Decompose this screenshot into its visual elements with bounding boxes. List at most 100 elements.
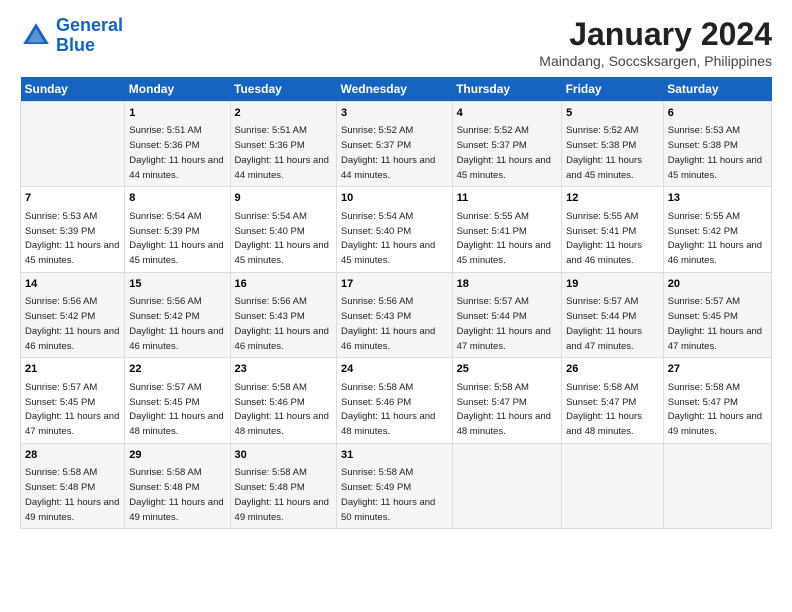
day-number: 23 bbox=[235, 362, 332, 377]
calendar-cell: 27 Sunrise: 5:58 AMSunset: 5:47 PMDaylig… bbox=[663, 358, 771, 443]
logo: General Blue bbox=[20, 16, 123, 56]
day-info: Sunrise: 5:51 AMSunset: 5:36 PMDaylight:… bbox=[129, 125, 223, 180]
day-info: Sunrise: 5:52 AMSunset: 5:37 PMDaylight:… bbox=[341, 125, 435, 180]
day-number: 26 bbox=[566, 362, 659, 377]
day-info: Sunrise: 5:51 AMSunset: 5:36 PMDaylight:… bbox=[235, 125, 329, 180]
calendar-cell: 25 Sunrise: 5:58 AMSunset: 5:47 PMDaylig… bbox=[452, 358, 562, 443]
calendar-cell: 31 Sunrise: 5:58 AMSunset: 5:49 PMDaylig… bbox=[336, 443, 452, 528]
logo-text: General Blue bbox=[56, 16, 123, 56]
calendar-cell: 9 Sunrise: 5:54 AMSunset: 5:40 PMDayligh… bbox=[230, 187, 336, 272]
day-number: 4 bbox=[457, 106, 558, 121]
day-info: Sunrise: 5:57 AMSunset: 5:45 PMDaylight:… bbox=[25, 382, 119, 437]
day-number: 19 bbox=[566, 277, 659, 292]
day-number: 1 bbox=[129, 106, 225, 121]
week-row-4: 28 Sunrise: 5:58 AMSunset: 5:48 PMDaylig… bbox=[21, 443, 772, 528]
day-number: 6 bbox=[668, 106, 767, 121]
day-info: Sunrise: 5:55 AMSunset: 5:42 PMDaylight:… bbox=[668, 211, 762, 266]
day-info: Sunrise: 5:56 AMSunset: 5:43 PMDaylight:… bbox=[235, 296, 329, 351]
day-number: 9 bbox=[235, 191, 332, 206]
day-number: 3 bbox=[341, 106, 448, 121]
calendar-cell: 20 Sunrise: 5:57 AMSunset: 5:45 PMDaylig… bbox=[663, 272, 771, 357]
calendar-cell bbox=[663, 443, 771, 528]
day-info: Sunrise: 5:52 AMSunset: 5:37 PMDaylight:… bbox=[457, 125, 551, 180]
day-info: Sunrise: 5:58 AMSunset: 5:46 PMDaylight:… bbox=[235, 382, 329, 437]
day-number: 17 bbox=[341, 277, 448, 292]
main-title: January 2024 bbox=[539, 16, 772, 53]
day-number: 12 bbox=[566, 191, 659, 206]
header-row: SundayMondayTuesdayWednesdayThursdayFrid… bbox=[21, 77, 772, 102]
calendar-cell bbox=[21, 102, 125, 187]
calendar-cell: 16 Sunrise: 5:56 AMSunset: 5:43 PMDaylig… bbox=[230, 272, 336, 357]
title-block: January 2024 Maindang, Soccsksargen, Phi… bbox=[539, 16, 772, 69]
calendar-cell: 15 Sunrise: 5:56 AMSunset: 5:42 PMDaylig… bbox=[125, 272, 230, 357]
calendar-cell: 23 Sunrise: 5:58 AMSunset: 5:46 PMDaylig… bbox=[230, 358, 336, 443]
page: General Blue January 2024 Maindang, Socc… bbox=[0, 0, 792, 612]
calendar-cell: 10 Sunrise: 5:54 AMSunset: 5:40 PMDaylig… bbox=[336, 187, 452, 272]
calendar-cell bbox=[562, 443, 664, 528]
day-number: 7 bbox=[25, 191, 120, 206]
calendar-cell: 17 Sunrise: 5:56 AMSunset: 5:43 PMDaylig… bbox=[336, 272, 452, 357]
logo-icon bbox=[20, 20, 52, 52]
day-info: Sunrise: 5:54 AMSunset: 5:40 PMDaylight:… bbox=[341, 211, 435, 266]
col-header-monday: Monday bbox=[125, 77, 230, 102]
day-info: Sunrise: 5:58 AMSunset: 5:48 PMDaylight:… bbox=[235, 467, 329, 522]
calendar-cell: 3 Sunrise: 5:52 AMSunset: 5:37 PMDayligh… bbox=[336, 102, 452, 187]
day-number: 18 bbox=[457, 277, 558, 292]
day-number: 13 bbox=[668, 191, 767, 206]
calendar-cell: 22 Sunrise: 5:57 AMSunset: 5:45 PMDaylig… bbox=[125, 358, 230, 443]
calendar-cell: 5 Sunrise: 5:52 AMSunset: 5:38 PMDayligh… bbox=[562, 102, 664, 187]
day-number: 11 bbox=[457, 191, 558, 206]
day-info: Sunrise: 5:55 AMSunset: 5:41 PMDaylight:… bbox=[457, 211, 551, 266]
day-info: Sunrise: 5:58 AMSunset: 5:47 PMDaylight:… bbox=[457, 382, 551, 437]
calendar-cell: 2 Sunrise: 5:51 AMSunset: 5:36 PMDayligh… bbox=[230, 102, 336, 187]
calendar-cell: 7 Sunrise: 5:53 AMSunset: 5:39 PMDayligh… bbox=[21, 187, 125, 272]
day-info: Sunrise: 5:56 AMSunset: 5:42 PMDaylight:… bbox=[25, 296, 119, 351]
calendar-cell: 30 Sunrise: 5:58 AMSunset: 5:48 PMDaylig… bbox=[230, 443, 336, 528]
calendar-cell: 13 Sunrise: 5:55 AMSunset: 5:42 PMDaylig… bbox=[663, 187, 771, 272]
week-row-3: 21 Sunrise: 5:57 AMSunset: 5:45 PMDaylig… bbox=[21, 358, 772, 443]
col-header-tuesday: Tuesday bbox=[230, 77, 336, 102]
subtitle: Maindang, Soccsksargen, Philippines bbox=[539, 53, 772, 69]
day-number: 24 bbox=[341, 362, 448, 377]
day-number: 5 bbox=[566, 106, 659, 121]
calendar-cell bbox=[452, 443, 562, 528]
day-number: 30 bbox=[235, 448, 332, 463]
day-number: 16 bbox=[235, 277, 332, 292]
day-number: 28 bbox=[25, 448, 120, 463]
day-info: Sunrise: 5:52 AMSunset: 5:38 PMDaylight:… bbox=[566, 125, 642, 180]
logo-line2: Blue bbox=[56, 35, 95, 55]
day-number: 8 bbox=[129, 191, 225, 206]
col-header-wednesday: Wednesday bbox=[336, 77, 452, 102]
day-info: Sunrise: 5:56 AMSunset: 5:42 PMDaylight:… bbox=[129, 296, 223, 351]
calendar-cell: 21 Sunrise: 5:57 AMSunset: 5:45 PMDaylig… bbox=[21, 358, 125, 443]
day-number: 2 bbox=[235, 106, 332, 121]
calendar-table: SundayMondayTuesdayWednesdayThursdayFrid… bbox=[20, 77, 772, 529]
day-info: Sunrise: 5:57 AMSunset: 5:44 PMDaylight:… bbox=[566, 296, 642, 351]
day-info: Sunrise: 5:57 AMSunset: 5:45 PMDaylight:… bbox=[129, 382, 223, 437]
day-info: Sunrise: 5:58 AMSunset: 5:48 PMDaylight:… bbox=[25, 467, 119, 522]
calendar-cell: 1 Sunrise: 5:51 AMSunset: 5:36 PMDayligh… bbox=[125, 102, 230, 187]
week-row-0: 1 Sunrise: 5:51 AMSunset: 5:36 PMDayligh… bbox=[21, 102, 772, 187]
week-row-1: 7 Sunrise: 5:53 AMSunset: 5:39 PMDayligh… bbox=[21, 187, 772, 272]
calendar-cell: 24 Sunrise: 5:58 AMSunset: 5:46 PMDaylig… bbox=[336, 358, 452, 443]
calendar-cell: 18 Sunrise: 5:57 AMSunset: 5:44 PMDaylig… bbox=[452, 272, 562, 357]
calendar-cell: 12 Sunrise: 5:55 AMSunset: 5:41 PMDaylig… bbox=[562, 187, 664, 272]
calendar-cell: 8 Sunrise: 5:54 AMSunset: 5:39 PMDayligh… bbox=[125, 187, 230, 272]
col-header-sunday: Sunday bbox=[21, 77, 125, 102]
calendar-cell: 4 Sunrise: 5:52 AMSunset: 5:37 PMDayligh… bbox=[452, 102, 562, 187]
calendar-cell: 28 Sunrise: 5:58 AMSunset: 5:48 PMDaylig… bbox=[21, 443, 125, 528]
day-info: Sunrise: 5:58 AMSunset: 5:49 PMDaylight:… bbox=[341, 467, 435, 522]
day-number: 31 bbox=[341, 448, 448, 463]
calendar-cell: 11 Sunrise: 5:55 AMSunset: 5:41 PMDaylig… bbox=[452, 187, 562, 272]
day-number: 27 bbox=[668, 362, 767, 377]
day-info: Sunrise: 5:58 AMSunset: 5:47 PMDaylight:… bbox=[566, 382, 642, 437]
day-number: 21 bbox=[25, 362, 120, 377]
week-row-2: 14 Sunrise: 5:56 AMSunset: 5:42 PMDaylig… bbox=[21, 272, 772, 357]
day-info: Sunrise: 5:54 AMSunset: 5:39 PMDaylight:… bbox=[129, 211, 223, 266]
day-number: 20 bbox=[668, 277, 767, 292]
day-info: Sunrise: 5:58 AMSunset: 5:47 PMDaylight:… bbox=[668, 382, 762, 437]
day-info: Sunrise: 5:53 AMSunset: 5:39 PMDaylight:… bbox=[25, 211, 119, 266]
day-info: Sunrise: 5:54 AMSunset: 5:40 PMDaylight:… bbox=[235, 211, 329, 266]
col-header-friday: Friday bbox=[562, 77, 664, 102]
day-info: Sunrise: 5:57 AMSunset: 5:45 PMDaylight:… bbox=[668, 296, 762, 351]
